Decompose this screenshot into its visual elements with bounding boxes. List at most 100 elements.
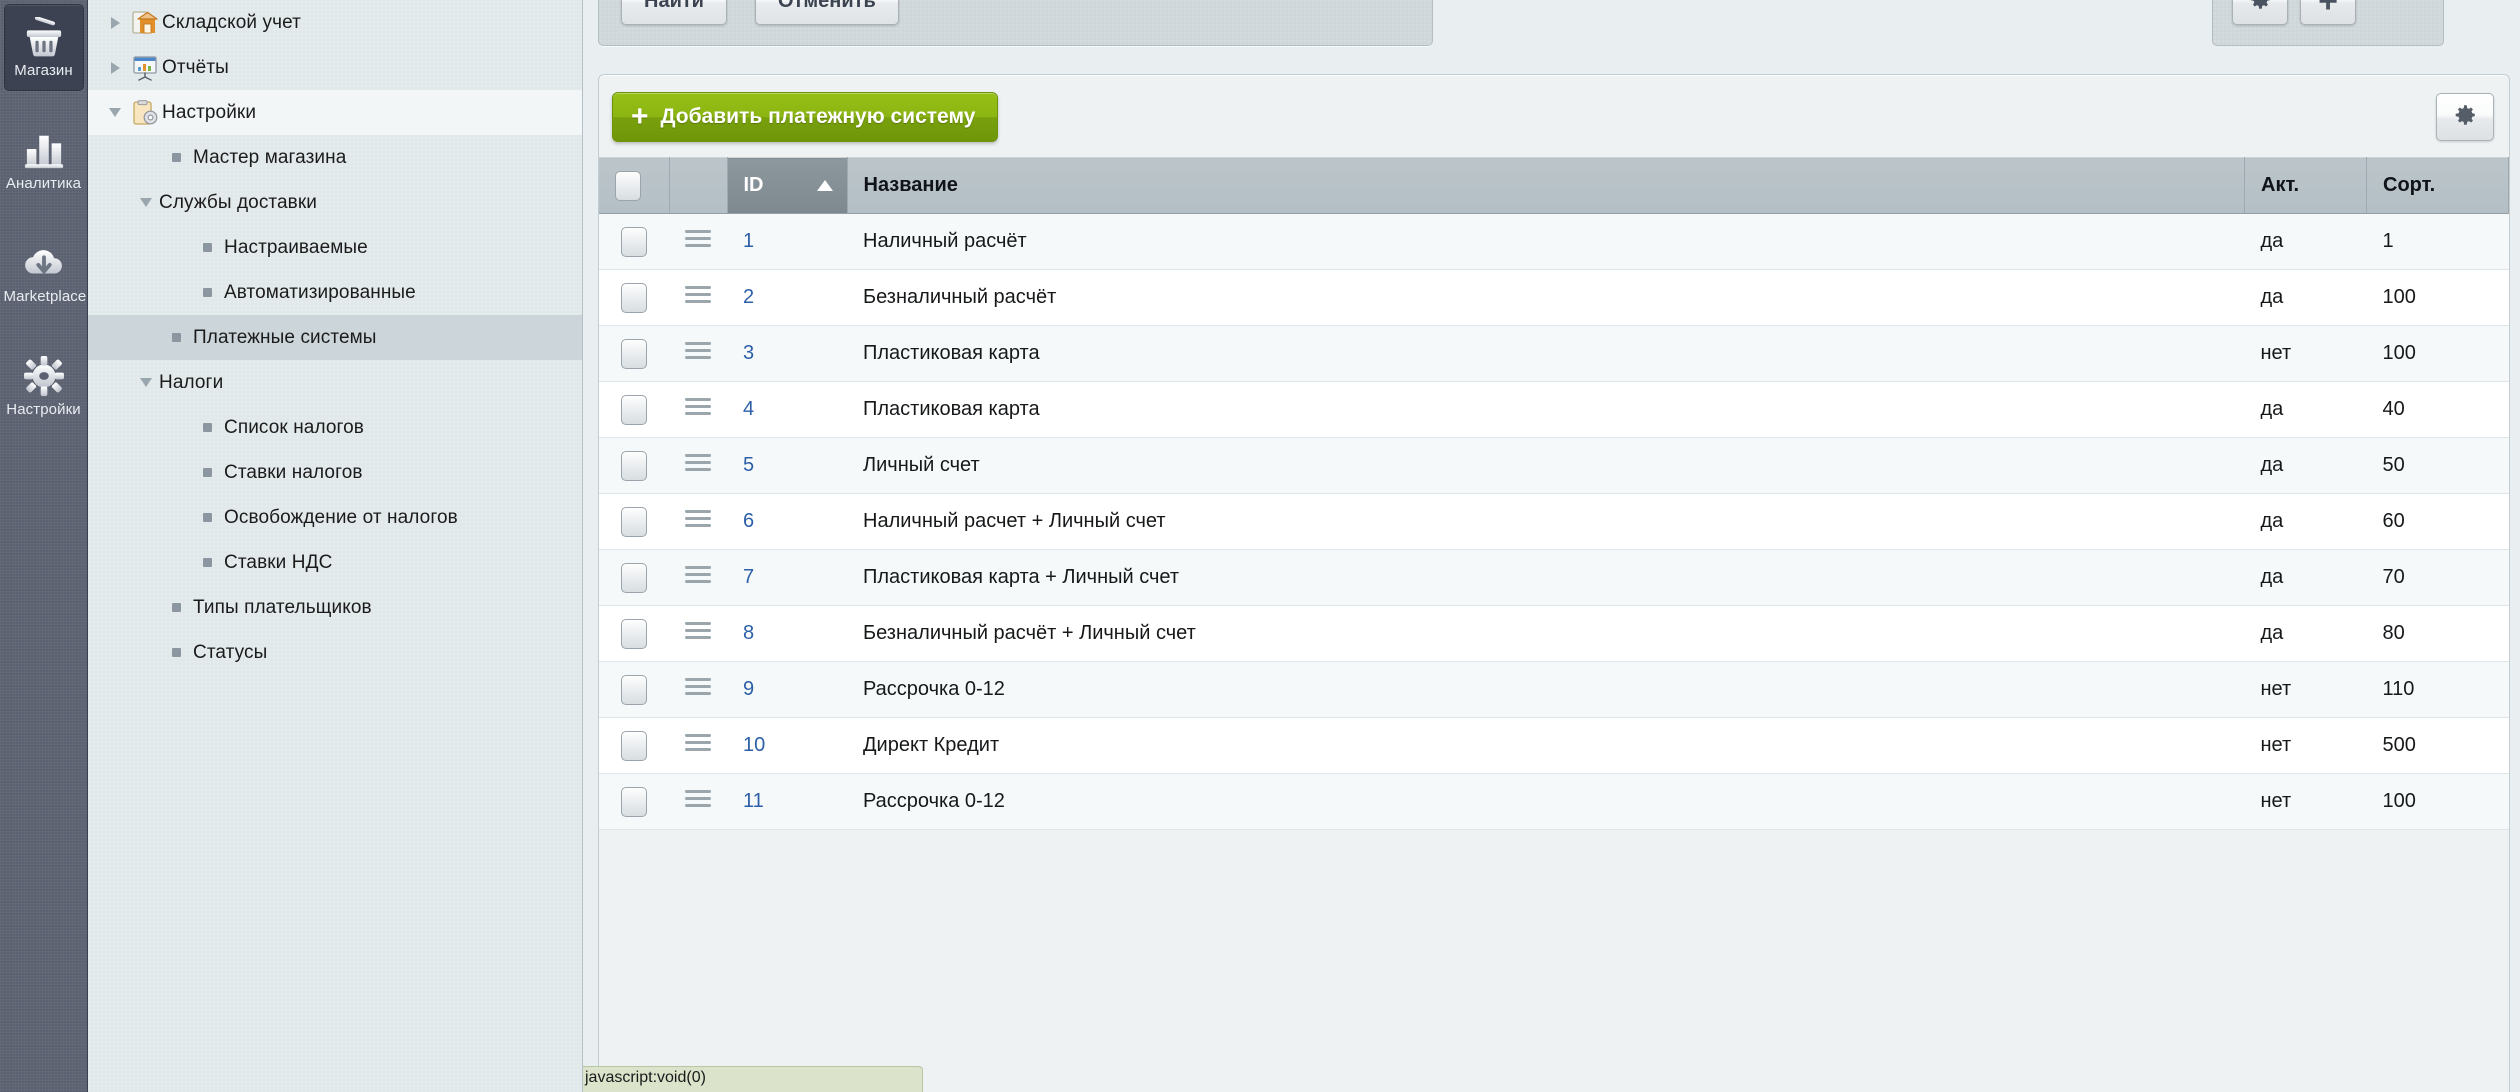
sidebar-item-12[interactable]: Ставки НДС <box>88 540 582 585</box>
sidebar-item-14[interactable]: Статусы <box>88 630 582 675</box>
table-row[interactable]: 3 Пластиковая карта нет 100 <box>599 325 2509 382</box>
sidebar-item-13[interactable]: Типы плательщиков <box>88 585 582 630</box>
drag-handle-icon[interactable] <box>685 394 711 419</box>
table-row[interactable]: 6 Наличный расчет + Личный счет да 60 <box>599 493 2509 550</box>
cell-active: нет <box>2244 717 2367 774</box>
id-link[interactable]: 6 <box>743 510 754 532</box>
sidebar-item-4[interactable]: Службы доставки <box>88 180 582 225</box>
column-header-sort[interactable]: Сорт. <box>2366 157 2509 214</box>
toolstrip-add-button[interactable]: + <box>2300 0 2356 25</box>
sidebar-item-2[interactable]: Настройки <box>88 90 582 135</box>
rail-item-1[interactable]: Аналитика <box>4 117 84 204</box>
id-link[interactable]: 9 <box>743 678 754 700</box>
table-row[interactable]: 11 Рассрочка 0-12 нет 100 <box>599 773 2509 830</box>
id-link[interactable]: 3 <box>743 342 754 364</box>
drag-handle-icon[interactable] <box>685 674 711 699</box>
drag-handle-icon[interactable] <box>685 338 711 363</box>
cell-sort: 110 <box>2366 661 2509 718</box>
cell-sort: 80 <box>2366 605 2509 662</box>
column-header-hdl[interactable] <box>669 157 728 214</box>
rail-item-3[interactable]: Настройки <box>4 343 84 430</box>
row-checkbox[interactable] <box>621 226 647 257</box>
sidebar-item-10[interactable]: Ставки налогов <box>88 450 582 495</box>
sort-asc-icon <box>816 179 833 191</box>
drag-handle-icon[interactable] <box>685 786 711 811</box>
cell-id: 4 <box>727 381 847 438</box>
sidebar-item-7[interactable]: Платежные системы <box>88 315 582 360</box>
table-row[interactable]: 8 Безналичный расчёт + Личный счет да 80 <box>599 605 2509 662</box>
table-row[interactable]: 10 Директ Кредит нет 500 <box>599 717 2509 774</box>
row-select-cell <box>599 661 669 718</box>
cell-sort: 500 <box>2366 717 2509 774</box>
drag-handle-icon[interactable] <box>685 618 711 643</box>
row-checkbox[interactable] <box>621 730 647 761</box>
sidebar-item-8[interactable]: Налоги <box>88 360 582 405</box>
cell-name: Наличный расчёт <box>847 213 2245 270</box>
cancel-button[interactable]: Отменить <box>755 0 899 25</box>
top-toolstrip: + <box>2212 0 2444 46</box>
row-checkbox[interactable] <box>621 618 647 649</box>
chevron-down-icon[interactable] <box>133 378 159 387</box>
column-header-id[interactable]: ID <box>727 157 848 214</box>
row-checkbox[interactable] <box>621 450 647 481</box>
find-button[interactable]: Найти <box>621 0 727 25</box>
table-row[interactable]: 4 Пластиковая карта да 40 <box>599 381 2509 438</box>
id-link[interactable]: 7 <box>743 566 754 588</box>
chevron-right-icon[interactable] <box>102 61 128 74</box>
table-row[interactable]: 2 Безналичный расчёт да 100 <box>599 269 2509 326</box>
gear-icon <box>4 354 84 398</box>
toolstrip-settings-button[interactable] <box>2232 0 2288 25</box>
sidebar-item-3[interactable]: Мастер магазина <box>88 135 582 180</box>
sidebar-item-11[interactable]: Освобождение от налогов <box>88 495 582 540</box>
column-header-chk <box>599 157 670 214</box>
column-header-name[interactable]: Название <box>847 157 2245 214</box>
sidebar-item-5[interactable]: Настраиваемые <box>88 225 582 270</box>
drag-handle-icon[interactable] <box>685 450 711 475</box>
table-row[interactable]: 7 Пластиковая карта + Личный счет да 70 <box>599 549 2509 606</box>
select-all-checkbox[interactable] <box>615 170 641 201</box>
sidebar-item-9[interactable]: Список налогов <box>88 405 582 450</box>
id-link[interactable]: 8 <box>743 622 754 644</box>
sidebar-item-1[interactable]: Отчёты <box>88 45 582 90</box>
sidebar-item-label: Список налогов <box>224 416 364 438</box>
table-row[interactable]: 5 Личный счет да 50 <box>599 437 2509 494</box>
row-checkbox[interactable] <box>621 338 647 369</box>
row-checkbox[interactable] <box>621 506 647 537</box>
drag-handle-icon[interactable] <box>685 282 711 307</box>
cell-name: Безналичный расчёт <box>847 269 2245 326</box>
drag-handle-icon[interactable] <box>685 562 711 587</box>
id-link[interactable]: 5 <box>743 454 754 476</box>
id-link[interactable]: 10 <box>743 734 765 756</box>
rail-item-2[interactable]: Marketplace <box>4 230 86 317</box>
chevron-down-icon[interactable] <box>133 198 159 207</box>
id-link[interactable]: 11 <box>743 790 764 812</box>
id-link[interactable]: 4 <box>743 398 754 420</box>
drag-handle-icon[interactable] <box>685 226 711 251</box>
cell-sort: 1 <box>2366 213 2509 270</box>
row-checkbox[interactable] <box>621 282 647 313</box>
row-checkbox[interactable] <box>621 562 647 593</box>
row-checkbox[interactable] <box>621 674 647 705</box>
add-payment-system-button[interactable]: + Добавить платежную систему <box>612 92 999 142</box>
id-link[interactable]: 2 <box>743 286 754 308</box>
table-row[interactable]: 9 Рассрочка 0-12 нет 110 <box>599 661 2509 718</box>
id-link[interactable]: 1 <box>743 230 754 252</box>
drag-handle-icon[interactable] <box>685 730 711 755</box>
grid-settings-button[interactable] <box>2436 93 2494 141</box>
cell-name: Рассрочка 0-12 <box>847 773 2245 830</box>
rail-item-0[interactable]: Магазин <box>3 4 84 91</box>
cell-sort: 100 <box>2366 773 2509 830</box>
table-row[interactable]: 1 Наличный расчёт да 1 <box>599 213 2509 270</box>
row-handle-cell <box>669 325 727 382</box>
chevron-right-icon[interactable] <box>102 16 128 29</box>
drag-handle-icon[interactable] <box>685 506 711 531</box>
sidebar-item-0[interactable]: Складской учет <box>88 0 582 45</box>
sidebar-item-6[interactable]: Автоматизированные <box>88 270 582 315</box>
row-checkbox[interactable] <box>621 786 647 817</box>
cell-name: Директ Кредит <box>847 717 2245 774</box>
row-checkbox[interactable] <box>621 394 647 425</box>
bullet-icon <box>190 468 224 477</box>
chevron-down-icon[interactable] <box>102 108 128 117</box>
bullet-icon <box>190 288 224 297</box>
column-header-act[interactable]: Акт. <box>2244 157 2367 214</box>
